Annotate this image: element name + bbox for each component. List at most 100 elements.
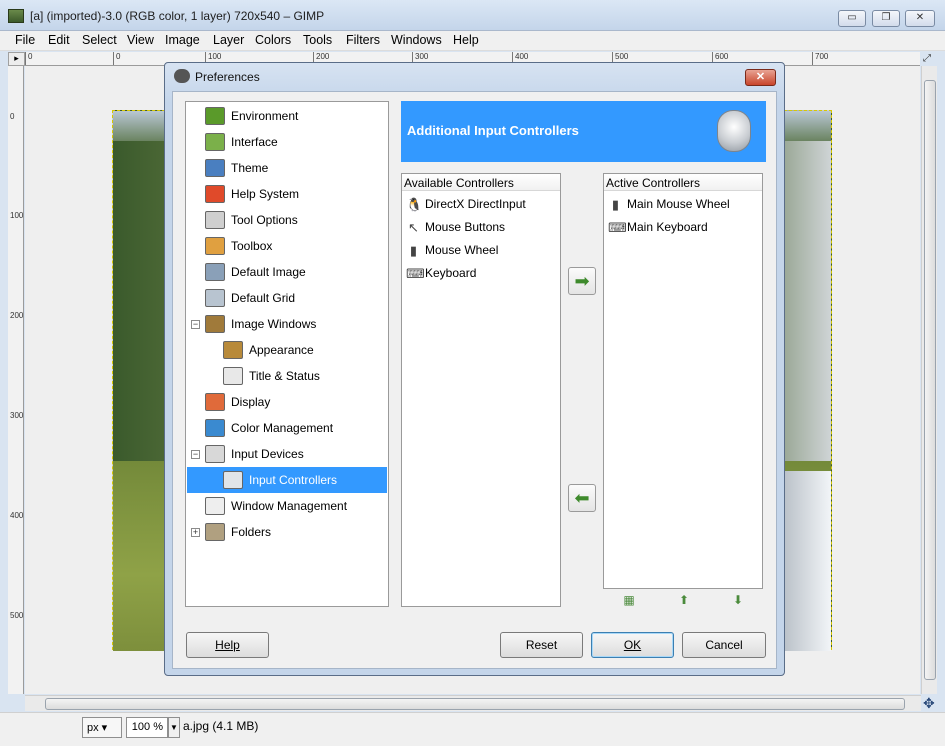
active-item-main-mouse-wheel[interactable]: ▮ Main Mouse Wheel xyxy=(606,193,760,216)
tree-item-folders[interactable]: + Folders xyxy=(187,519,387,545)
tree-item-label: Folders xyxy=(231,525,272,539)
active-controllers-list[interactable]: Active Controllers ▮ Main Mouse Wheel ⌨ … xyxy=(603,173,763,589)
tree-item-theme[interactable]: Theme xyxy=(187,155,387,181)
ok-button-label: OK xyxy=(623,638,642,652)
available-controllers-heading[interactable]: Available Controllers xyxy=(402,174,560,191)
folders-icon xyxy=(205,523,225,541)
zoom-dropdown-button[interactable]: ▼ xyxy=(168,717,180,738)
default-image-icon xyxy=(205,263,225,281)
ruler-tick: 200 xyxy=(10,311,24,320)
ruler-tick: 0 xyxy=(10,112,15,121)
ruler-tick: 0 xyxy=(25,52,32,65)
tree-item-label: Input Devices xyxy=(231,447,304,461)
minimize-button[interactable]: ▭ xyxy=(838,10,866,27)
dialog-close-button[interactable]: ✕ xyxy=(745,69,776,86)
ruler-tick: 0 xyxy=(113,52,120,65)
menu-tools[interactable]: Tools xyxy=(303,33,332,47)
active-item-main-keyboard[interactable]: ⌨ Main Keyboard xyxy=(606,216,760,239)
collapse-icon[interactable]: − xyxy=(191,320,200,329)
tree-item-label: Environment xyxy=(231,109,299,123)
ruler-tick: 500 xyxy=(10,611,24,620)
navigate-icon[interactable]: ✥ xyxy=(923,696,937,710)
tree-item-tool-options[interactable]: Tool Options xyxy=(187,207,387,233)
tree-item-color-management[interactable]: Color Management xyxy=(187,415,387,441)
horizontal-scrollbar[interactable] xyxy=(25,695,921,711)
vertical-scroll-thumb[interactable] xyxy=(924,80,936,680)
ruler-tick: 400 xyxy=(10,511,24,520)
color-management-icon xyxy=(205,419,225,437)
maximize-button[interactable]: ❐ xyxy=(872,10,900,27)
available-item-directx[interactable]: 🐧 DirectX DirectInput xyxy=(404,193,558,216)
available-item-keyboard[interactable]: ⌨ Keyboard xyxy=(404,262,558,285)
tree-item-image-windows[interactable]: − Image Windows xyxy=(187,311,387,337)
window-management-icon xyxy=(205,497,225,515)
remove-controller-button[interactable]: ⬅ xyxy=(568,484,596,512)
ruler-tick: 300 xyxy=(10,411,24,420)
reset-button[interactable]: Reset xyxy=(500,632,583,658)
tree-item-interface[interactable]: Interface xyxy=(187,129,387,155)
menu-view[interactable]: View xyxy=(127,33,154,47)
tree-item-label: Default Image xyxy=(231,265,306,279)
tree-item-input-devices[interactable]: − Input Devices xyxy=(187,441,387,467)
available-item-mouse-wheel[interactable]: ▮ Mouse Wheel xyxy=(404,239,558,262)
configure-controller-icon[interactable]: ▦ xyxy=(622,593,636,607)
collapse-icon[interactable]: − xyxy=(191,450,200,459)
available-item-mouse-buttons[interactable]: ↖ Mouse Buttons xyxy=(404,216,558,239)
interface-icon xyxy=(205,133,225,151)
dialog-body: Environment Interface Theme Help System Tool… xyxy=(172,91,777,669)
preferences-tree: Environment Interface Theme Help System Tool… xyxy=(185,101,389,607)
section-title: Additional Input Controllers xyxy=(407,123,579,138)
tree-item-window-management[interactable]: Window Management xyxy=(187,493,387,519)
menu-edit[interactable]: Edit xyxy=(48,33,70,47)
tree-item-default-grid[interactable]: Default Grid xyxy=(187,285,387,311)
tree-item-default-image[interactable]: Default Image xyxy=(187,259,387,285)
default-grid-icon xyxy=(205,289,225,307)
menu-colors[interactable]: Colors xyxy=(255,33,291,47)
tree-item-appearance[interactable]: Appearance xyxy=(187,337,387,363)
tree-item-display[interactable]: Display xyxy=(187,389,387,415)
tree-item-label: Image Windows xyxy=(231,317,317,331)
ok-button[interactable]: OK xyxy=(591,632,674,658)
unit-select[interactable]: px ▾ xyxy=(82,717,122,738)
menu-image[interactable]: Image xyxy=(165,33,200,47)
toolbox-icon xyxy=(205,237,225,255)
preferences-dialog: Preferences ✕ Environment Interface Theme H… xyxy=(164,62,785,676)
available-controllers-list[interactable]: Available Controllers 🐧 DirectX DirectIn… xyxy=(401,173,561,607)
help-system-icon xyxy=(205,185,225,203)
tree-item-input-controllers[interactable]: Input Controllers xyxy=(187,467,387,493)
zoom-to-fit-icon[interactable]: ⤢ xyxy=(923,53,937,65)
quick-mask-toggle[interactable]: ▸ xyxy=(8,52,25,66)
tree-item-environment[interactable]: Environment xyxy=(187,103,387,129)
tree-item-label: Display xyxy=(231,395,271,409)
menu-windows[interactable]: Windows xyxy=(391,33,442,47)
menu-filters[interactable]: Filters xyxy=(346,33,380,47)
cancel-button[interactable]: Cancel xyxy=(682,632,766,658)
expand-icon[interactable]: + xyxy=(191,528,200,537)
menu-select[interactable]: Select xyxy=(82,33,117,47)
close-button[interactable]: ✕ xyxy=(905,10,935,27)
tree-item-label: Tool Options xyxy=(231,213,298,227)
help-button[interactable]: Help xyxy=(186,632,269,658)
list-item-label: DirectX DirectInput xyxy=(425,197,526,211)
tree-item-toolbox[interactable]: Toolbox xyxy=(187,233,387,259)
add-controller-button[interactable]: ➡ xyxy=(568,267,596,295)
tree-item-label: Toolbox xyxy=(231,239,273,253)
menubar: File Edit Select View Image Layer Colors… xyxy=(0,31,945,51)
tree-item-title-status[interactable]: Title & Status xyxy=(187,363,387,389)
menu-help[interactable]: Help xyxy=(453,33,479,47)
zoom-input[interactable]: 100 % xyxy=(126,717,168,738)
menu-file[interactable]: File xyxy=(15,33,35,47)
input-controller-icon xyxy=(717,110,751,152)
tree-item-label: Window Management xyxy=(231,499,348,513)
move-down-icon[interactable]: ⬇ xyxy=(731,593,745,607)
menu-layer[interactable]: Layer xyxy=(213,33,244,47)
tree-item-help-system[interactable]: Help System xyxy=(187,181,387,207)
vertical-scrollbar[interactable] xyxy=(921,66,937,694)
move-up-icon[interactable]: ⬆ xyxy=(677,593,691,607)
active-controllers-heading[interactable]: Active Controllers xyxy=(604,174,762,191)
keyboard-icon: ⌨ xyxy=(406,266,425,281)
reset-button-label: Reset xyxy=(525,638,558,652)
horizontal-scroll-thumb[interactable] xyxy=(45,698,905,710)
list-item-label: Keyboard xyxy=(425,266,477,280)
vertical-ruler: 0 100 200 300 400 500 xyxy=(8,66,24,694)
